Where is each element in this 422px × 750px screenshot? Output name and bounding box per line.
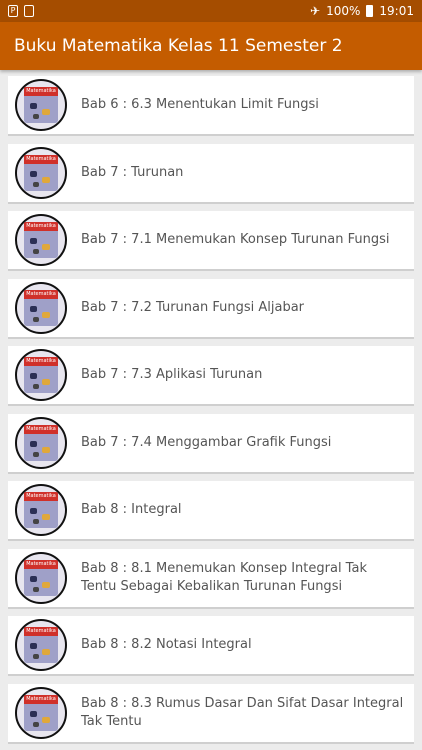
list-item-label: Bab 7 : 7.2 Turunan Fungsi Aljabar — [81, 299, 305, 315]
battery-percent: 100% — [326, 4, 361, 18]
list-item-label: Bab 8 : 8.3 Rumus Dasar Dan Sifat Dasar … — [81, 695, 404, 729]
list-item-label: Bab 8 : 8.2 Notasi Integral — [81, 637, 252, 652]
status-right: ✈ 100% 19:01 — [310, 4, 414, 18]
book-cover-icon: Matematika — [15, 349, 67, 401]
list-item-label: Bab 7 : 7.3 Aplikasi Turunan — [81, 367, 263, 382]
list-item[interactable]: Matematika Bab 7 : 7.4 Menggambar Grafik… — [8, 413, 414, 474]
book-cover-icon: Matematika — [15, 416, 67, 469]
list-item-label: Bab 7 : 7.1 Menemukan Konsep Turunan Fun… — [81, 232, 390, 247]
list-item-label: Bab 7 : Turunan — [81, 164, 184, 180]
status-bar: P ✈ 100% 19:01 — [0, 0, 422, 22]
list-item-label: Bab 8 : Integral — [81, 502, 182, 517]
book-cover-icon: Matematika — [15, 79, 67, 131]
book-cover-icon: Matematika — [15, 281, 67, 334]
list-item[interactable]: Matematika Bab 8 : Integral — [8, 481, 414, 541]
status-left: P — [8, 5, 34, 17]
book-cover-icon: Matematika — [15, 619, 67, 671]
battery-icon — [366, 5, 374, 17]
list-item[interactable]: Matematika Bab 7 : Turunan — [8, 143, 414, 204]
sim-icon — [24, 5, 34, 17]
app-bar: Buku Matematika Kelas 11 Semester 2 — [0, 22, 422, 70]
parking-icon: P — [8, 5, 18, 17]
chapter-list: Matematika Bab 6 : 6.3 Menentukan Limit … — [0, 70, 422, 744]
list-item-label: Bab 8 : 8.1 Menemukan Konsep Integral Ta… — [81, 560, 367, 594]
list-item[interactable]: Matematika Bab 8 : 8.2 Notasi Integral — [8, 616, 414, 676]
list-item[interactable]: Matematika Bab 8 : 8.3 Rumus Dasar Dan S… — [8, 683, 414, 744]
book-cover-icon: Matematika — [15, 551, 67, 604]
book-cover-icon: Matematika — [15, 686, 67, 739]
list-item[interactable]: Matematika Bab 7 : 7.3 Aplikasi Turunan — [8, 346, 414, 406]
list-item[interactable]: Matematika Bab 7 : 7.1 Menemukan Konsep … — [8, 211, 414, 271]
list-item[interactable]: Matematika Bab 6 : 6.3 Menentukan Limit … — [8, 76, 414, 136]
clock: 19:01 — [379, 4, 414, 18]
book-cover-icon: Matematika — [15, 214, 67, 266]
list-item-label: Bab 6 : 6.3 Menentukan Limit Fungsi — [81, 97, 319, 112]
list-item[interactable]: Matematika Bab 7 : 7.2 Turunan Fungsi Al… — [8, 278, 414, 339]
book-cover-icon: Matematika — [15, 484, 67, 536]
list-item[interactable]: Matematika Bab 8 : 8.1 Menemukan Konsep … — [8, 548, 414, 609]
app-title: Buku Matematika Kelas 11 Semester 2 — [14, 36, 343, 56]
list-item-label: Bab 7 : 7.4 Menggambar Grafik Fungsi — [81, 434, 332, 450]
book-cover-icon: Matematika — [15, 146, 67, 199]
airplane-icon: ✈ — [310, 4, 321, 18]
